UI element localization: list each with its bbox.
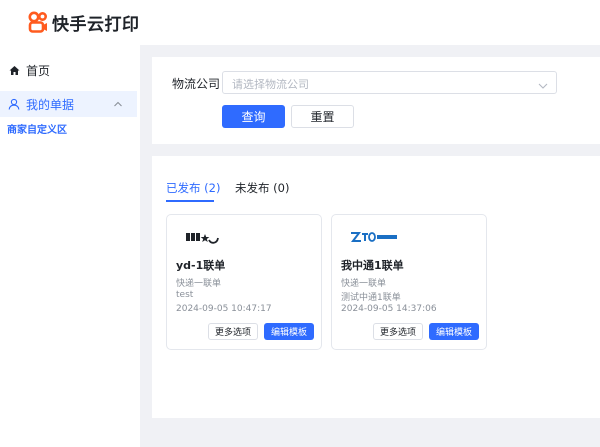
- card-timestamp: 2024-09-05 14:37:06: [341, 304, 437, 314]
- app-name: 快手云打印: [52, 14, 140, 35]
- reset-button[interactable]: 重置: [291, 105, 354, 128]
- sidebar-item-label: 首页: [26, 63, 51, 78]
- chevron-up-icon[interactable]: [113, 98, 123, 108]
- card-title: yd-1联单: [176, 259, 226, 272]
- template-card: 我中通1联单 快递一联单 测试中通1联单 2024-09-05 14:37:06…: [331, 214, 487, 350]
- more-options-button[interactable]: 更多选项: [373, 323, 423, 340]
- zto-logo-icon: [350, 229, 400, 245]
- edit-template-button[interactable]: 编辑模板: [429, 323, 479, 340]
- card-description: 测试中通1联单: [341, 293, 401, 303]
- card-description: test: [176, 290, 194, 300]
- template-card: yd-1联单 快递一联单 test 2024-09-05 10:47:17 更多…: [166, 214, 322, 350]
- template-list-panel: 已发布 (2) 未发布 (0) yd-1联单 快递一联单 test 2024-0…: [152, 156, 600, 418]
- sidebar-item-label: 我的单据: [26, 97, 75, 112]
- card-type: 快递一联单: [176, 279, 222, 289]
- sidebar: 首页 我的单据 商家自定义区: [0, 45, 140, 447]
- sidebar-item-orders[interactable]: 我的单据: [0, 91, 137, 117]
- tab-unpublished[interactable]: 未发布 (0): [235, 180, 289, 196]
- chevron-down-icon: [538, 79, 548, 89]
- card-type: 快递一联单: [341, 279, 387, 289]
- logistics-company-select[interactable]: 请选择物流公司: [222, 71, 557, 94]
- top-bar: 快手云打印: [0, 0, 600, 45]
- search-panel: 物流公司 请选择物流公司 查询 重置: [152, 57, 600, 144]
- user-icon: [8, 98, 20, 110]
- more-options-button[interactable]: 更多选项: [208, 323, 258, 340]
- edit-template-button[interactable]: 编辑模板: [264, 323, 314, 340]
- kuaishou-logo-icon: [28, 11, 48, 33]
- sidebar-subitem-custom-area[interactable]: 商家自定义区: [7, 121, 67, 136]
- card-title: 我中通1联单: [341, 259, 404, 272]
- query-button[interactable]: 查询: [222, 105, 285, 128]
- home-icon: [8, 64, 20, 76]
- select-placeholder: 请选择物流公司: [232, 78, 309, 91]
- active-tab-indicator: [166, 200, 214, 202]
- card-timestamp: 2024-09-05 10:47:17: [176, 304, 272, 314]
- tab-published[interactable]: 已发布 (2): [166, 180, 220, 196]
- app-logo[interactable]: 快手云打印: [28, 10, 140, 35]
- yunda-logo-icon: [185, 229, 235, 245]
- sidebar-item-home[interactable]: 首页: [0, 55, 140, 85]
- logistics-company-label: 物流公司: [172, 77, 221, 91]
